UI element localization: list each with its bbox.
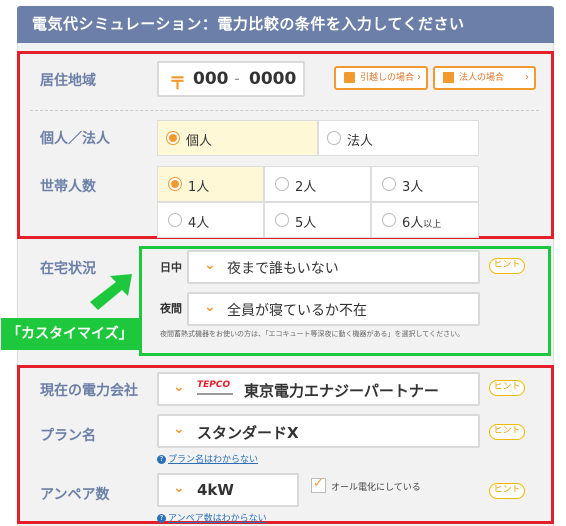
ampere-label: アンペア数	[40, 487, 110, 503]
household-option-1[interactable]: 1人	[157, 166, 264, 202]
corporation-button-label: 法人の場合	[459, 73, 505, 83]
page-header: 電気代シミュレーション：電力比較の条件を入力してください	[17, 6, 554, 43]
region-label: 居住地域	[40, 73, 96, 89]
radio-unselected	[168, 213, 182, 227]
day-status-value: 夜まで誰もいない	[227, 261, 339, 277]
entity-option-individual[interactable]: 個人	[157, 120, 318, 156]
chevron-down-icon: ⌄	[204, 257, 216, 273]
chevron-down-icon: ⌄	[173, 480, 185, 496]
option-label: 3人	[402, 180, 424, 195]
plan-value: スタンダードX	[197, 424, 299, 442]
ampere-select[interactable]: ⌄ 4kW	[157, 473, 299, 507]
household-label: 世帯人数	[40, 179, 96, 195]
home-status-note: 夜間蓄熱式機器をお使いの方は、「エコキュート等深夜に動く機器がある」を選択してく…	[160, 330, 465, 338]
arrow-icon	[90, 274, 132, 310]
move-button-label: 引越しの場合	[360, 73, 415, 83]
ampere-value: 4kW	[197, 481, 234, 499]
company-select[interactable]: ⌄ TEPCO 東京電力エナジーパートナー	[157, 372, 480, 406]
company-label: 現在の電力会社	[40, 383, 138, 399]
plan-help-link[interactable]: ? プラン名はわからない	[157, 452, 258, 465]
hint-badge[interactable]: ヒント	[489, 380, 525, 396]
radio-unselected	[382, 213, 396, 227]
night-label: 夜間	[160, 302, 182, 315]
radio-selected	[166, 131, 180, 145]
plan-help-text: プラン名はわからない	[168, 455, 259, 465]
ampere-help-text: アンペア数はわからない	[168, 514, 267, 524]
hint-badge[interactable]: ヒント	[489, 258, 525, 274]
chevron-right-icon: ›	[417, 72, 421, 83]
radio-unselected	[275, 177, 289, 191]
divider	[30, 110, 539, 111]
postal-separator: -	[234, 69, 240, 88]
corporation-button[interactable]: 法人の場合 ›	[433, 66, 536, 90]
household-option-5[interactable]: 5人	[264, 202, 371, 238]
tepco-logo: TEPCO	[197, 380, 235, 400]
option-value: 6人	[402, 216, 424, 231]
chevron-down-icon: ⌄	[173, 379, 185, 395]
option-suffix: 以上	[423, 220, 442, 230]
chevron-right-icon: ›	[525, 72, 529, 83]
household-option-4[interactable]: 4人	[157, 202, 264, 238]
option-label: 法人	[347, 134, 374, 149]
plan-select[interactable]: ⌄ スタンダードX	[157, 414, 480, 448]
entity-label: 個人／法人	[40, 131, 110, 147]
household-option-3[interactable]: 3人	[371, 166, 479, 202]
all-electric-label: オール電化にしている	[331, 483, 421, 493]
night-status-select[interactable]: ⌄ 全員が寝ているか不在	[187, 292, 480, 326]
option-label: 4人	[188, 216, 210, 231]
household-option-2[interactable]: 2人	[264, 166, 371, 202]
box-icon	[344, 72, 355, 83]
radio-unselected	[327, 131, 341, 145]
night-status-value: 全員が寝ているか不在	[227, 303, 367, 319]
option-label: 1人	[188, 180, 210, 195]
checkmark-icon: ✓	[313, 476, 324, 491]
postal-last[interactable]: 0000	[249, 69, 296, 89]
option-label: 個人	[186, 134, 213, 149]
day-status-select[interactable]: ⌄ 夜まで誰もいない	[187, 250, 480, 284]
household-option-6[interactable]: 6人以上	[371, 202, 479, 238]
question-icon: ?	[157, 514, 166, 523]
radio-unselected	[382, 177, 396, 191]
plan-label: プラン名	[40, 428, 96, 444]
customize-tag: 「カスタイマイズ」	[1, 318, 139, 350]
entity-option-corporation[interactable]: 法人	[318, 120, 479, 156]
option-label: 2人	[295, 180, 317, 195]
building-icon	[443, 72, 454, 83]
company-value: 東京電力エナジーパートナー	[244, 382, 439, 400]
chevron-down-icon: ⌄	[204, 299, 216, 315]
option-label: 5人	[295, 216, 317, 231]
radio-selected	[168, 177, 182, 191]
all-electric-checkbox[interactable]: ✓	[311, 476, 326, 493]
day-label: 日中	[160, 261, 182, 274]
question-icon: ?	[157, 455, 166, 464]
postal-first[interactable]: 000	[193, 69, 229, 89]
hint-badge[interactable]: ヒント	[489, 424, 525, 440]
option-label: 6人以上	[402, 212, 441, 231]
chevron-down-icon: ⌄	[173, 421, 185, 437]
postal-mark-icon: 〒	[169, 74, 186, 94]
ampere-help-link[interactable]: ? アンペア数はわからない	[157, 511, 267, 524]
logo-subline	[197, 393, 233, 395]
postal-code-field[interactable]: 〒 000 - 0000	[157, 61, 305, 97]
hint-badge[interactable]: ヒント	[489, 483, 525, 499]
logo-text: TEPCO	[197, 380, 231, 390]
move-button[interactable]: 引越しの場合 ›	[334, 66, 428, 90]
radio-unselected	[275, 213, 289, 227]
